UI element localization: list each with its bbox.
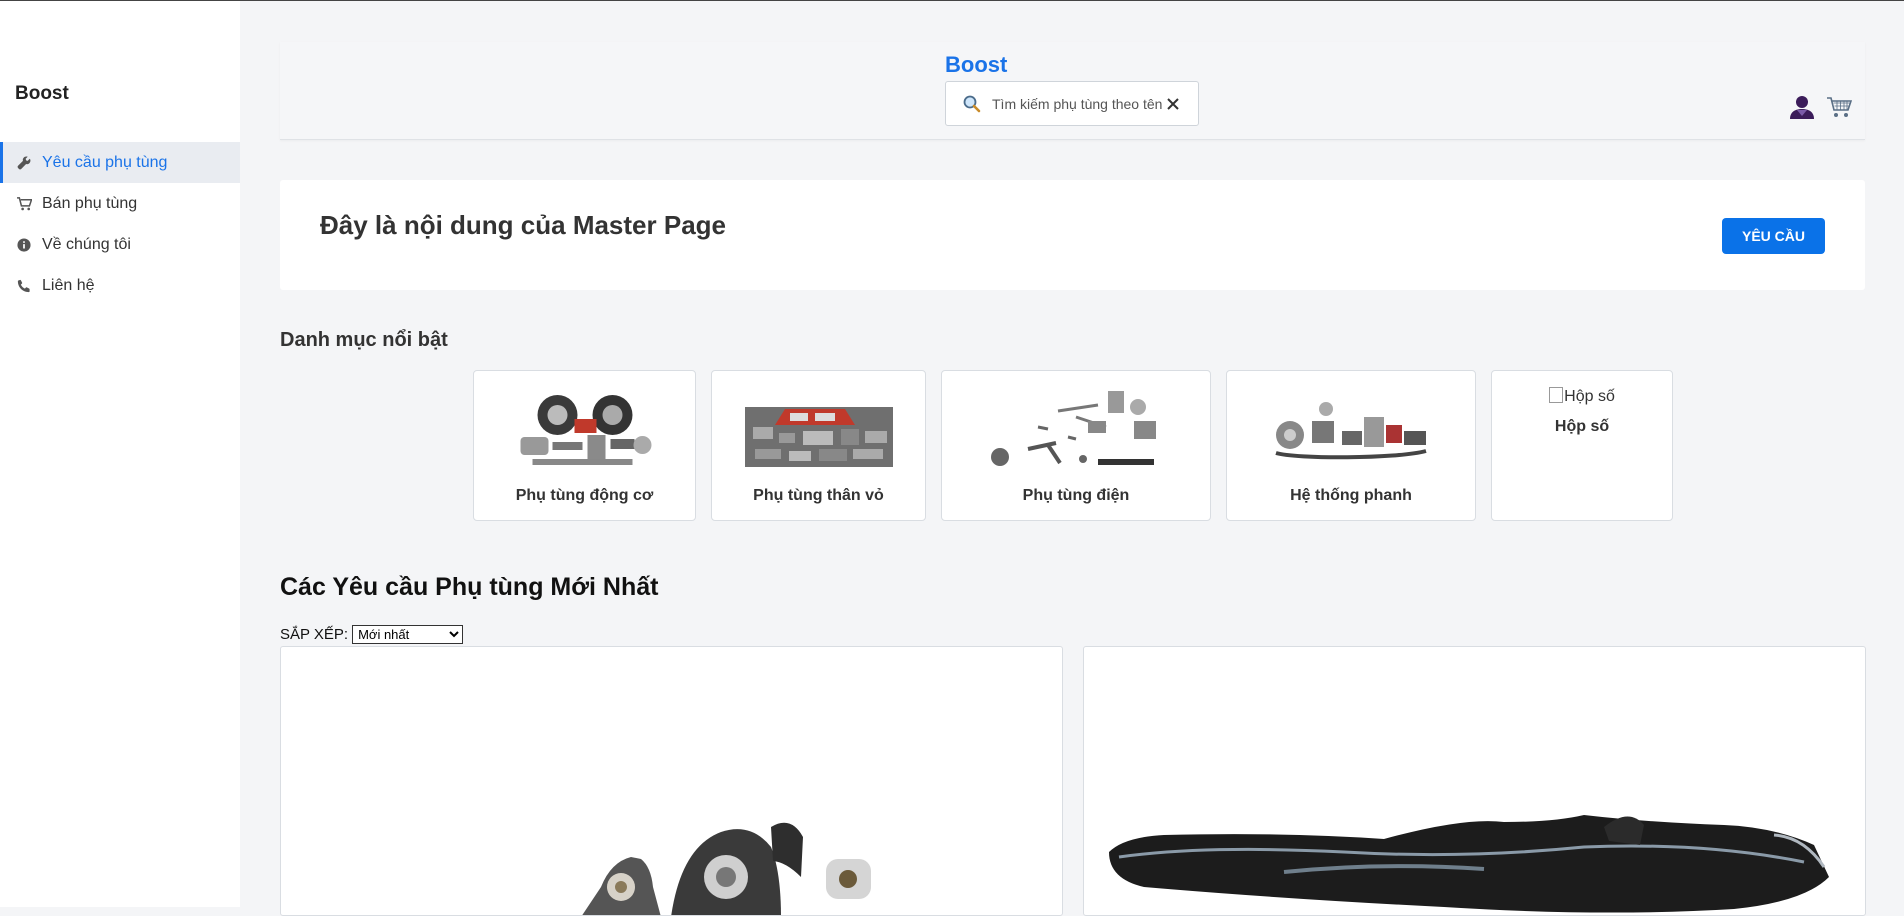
electrical-parts-image	[991, 391, 1156, 466]
shopping-cart-icon[interactable]	[1826, 95, 1853, 119]
request-card-image	[582, 822, 871, 915]
search-icon[interactable]	[962, 94, 982, 114]
category-label: Phụ tùng điện	[1022, 487, 1130, 504]
sidebar-item-sell-parts[interactable]: Bán phụ tùng	[0, 183, 240, 224]
category-card-engine[interactable]: Phụ tùng động cơ	[473, 370, 696, 521]
header-brand[interactable]: Boost	[945, 52, 1007, 78]
category-card-electrical[interactable]: Phụ tùng điện	[941, 370, 1211, 521]
sidebar-brand: Boost	[15, 83, 69, 104]
category-card-body[interactable]: Phụ tùng thân vỏ	[711, 370, 926, 521]
wrench-icon	[16, 155, 32, 171]
sidebar-item-contact[interactable]: Liên hệ	[0, 265, 240, 306]
window-top-border	[0, 0, 1904, 1]
top-header: Boost	[280, 42, 1865, 140]
engine-parts-image	[520, 395, 651, 465]
category-label: Hệ thống phanh	[1290, 487, 1412, 504]
category-label: Hộp số	[1554, 418, 1610, 435]
sidebar-item-about[interactable]: Về chúng tôi	[0, 224, 240, 265]
hero-title: Đây là nội dung của Master Page	[320, 210, 726, 240]
clear-icon[interactable]	[1166, 97, 1180, 111]
search-input[interactable]	[992, 95, 1162, 112]
broken-image-placeholder: Hộp số	[1492, 387, 1672, 406]
sort-control: SẮP XẾP: Mới nhất	[280, 625, 464, 644]
broken-image-icon	[1549, 387, 1564, 403]
body-parts-image	[744, 407, 893, 467]
image-alt-text: Hộp số	[1564, 388, 1615, 405]
request-card[interactable]	[1083, 646, 1866, 916]
request-card-image	[1109, 815, 1829, 913]
request-button[interactable]: YÊU CẦU	[1722, 218, 1825, 254]
info-icon	[16, 237, 32, 253]
hero-banner: Đây là nội dung của Master Page YÊU CẦU	[280, 180, 1865, 290]
sort-select[interactable]: Mới nhất	[352, 625, 464, 644]
sort-label: SẮP XẾP:	[280, 626, 349, 643]
brake-system-image	[1275, 402, 1427, 460]
request-card[interactable]	[280, 646, 1063, 916]
cart-icon	[16, 196, 32, 212]
featured-categories-title: Danh mục nổi bật	[280, 329, 448, 351]
sidebar-item-label: Liên hệ	[42, 276, 95, 294]
sidebar: Boost Yêu cầu phụ tùng Bán phụ tùng Về c…	[0, 1, 240, 907]
search-bar	[945, 81, 1199, 126]
category-card-gearbox[interactable]: Hộp số Hộp số	[1491, 370, 1673, 521]
phone-icon	[16, 278, 32, 294]
sidebar-item-parts-request[interactable]: Yêu cầu phụ tùng	[0, 142, 240, 183]
category-label: Phụ tùng động cơ	[515, 487, 654, 504]
user-icon[interactable]	[1788, 94, 1816, 120]
category-card-brakes[interactable]: Hệ thống phanh	[1226, 370, 1476, 521]
sidebar-menu: Yêu cầu phụ tùng Bán phụ tùng Về chúng t…	[0, 142, 240, 306]
sidebar-item-label: Về chúng tôi	[42, 235, 131, 253]
sidebar-item-label: Yêu cầu phụ tùng	[42, 153, 168, 171]
category-label: Phụ tùng thân vỏ	[753, 487, 884, 504]
sidebar-item-label: Bán phụ tùng	[42, 194, 138, 212]
latest-requests-title: Các Yêu cầu Phụ tùng Mới Nhất	[280, 573, 659, 601]
